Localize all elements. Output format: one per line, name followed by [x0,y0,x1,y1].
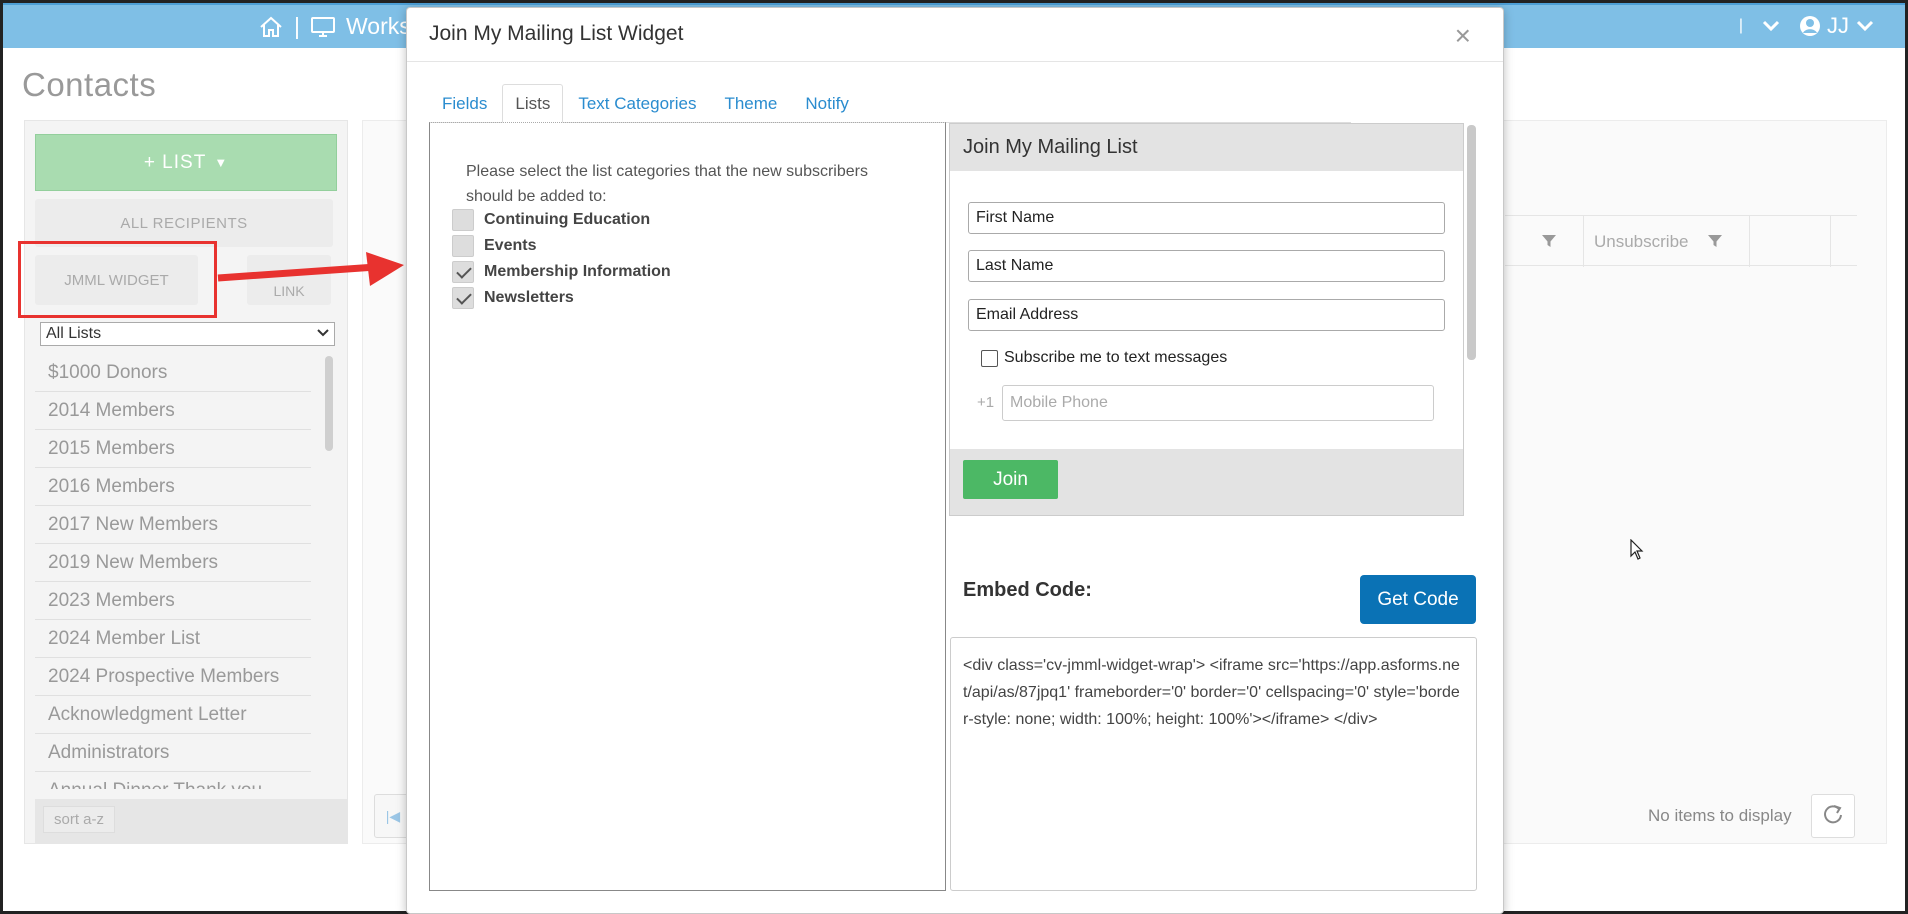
nav-left: | Works [258,13,411,40]
chevron-down-icon [1855,19,1875,33]
lists-pane: Please select the list categories that t… [429,122,946,891]
list-item[interactable]: $1000 Donors [35,354,311,392]
list-item[interactable]: 2016 Members [35,468,311,506]
preview-title: Join My Mailing List [963,136,1138,158]
widget-preview: Join My Mailing List First Name Last Nam… [949,123,1464,516]
sms-label: Subscribe me to text messages [1004,349,1228,366]
unsubscribe-column-header[interactable]: Unsubscribe [1594,232,1689,252]
nav-right: | JJ [1739,13,1875,39]
list-item[interactable]: 2017 New Members [35,506,311,544]
tab-text-categories[interactable]: Text Categories [565,84,709,123]
refresh-icon [1822,803,1844,830]
preview-footer: Join [950,449,1463,515]
annotation-arrow-icon [217,252,404,286]
last-name-field[interactable]: Last Name [968,250,1445,282]
list-item[interactable]: 2024 Prospective Members [35,658,311,696]
list-item[interactable]: 2024 Member List [35,620,311,658]
user-initials: JJ [1827,13,1849,38]
list-category-label: Continuing Education [484,211,651,228]
list-category-checkbox[interactable] [452,235,474,257]
email-field[interactable]: Email Address [968,299,1445,331]
sort-bar: sort a-z [35,799,348,843]
preview-title-bar: Join My Mailing List [950,124,1463,171]
list-filter-select[interactable]: All Lists [40,322,335,346]
list-category-row[interactable]: Continuing Education [452,209,650,231]
list-item[interactable]: 2015 Members [35,430,311,468]
annotation-highlight-box [18,241,217,318]
mobile-phone-field[interactable]: Mobile Phone [1002,385,1434,421]
list-category-label: Membership Information [484,263,671,280]
sort-az-button[interactable]: sort a-z [43,806,116,833]
list-category-label: Newsletters [484,289,574,306]
list-items: $1000 Donors 2014 Members 2015 Members 2… [35,354,335,789]
filter-icon[interactable] [1541,233,1557,254]
caret-down-icon: ▼ [214,155,229,170]
monitor-icon[interactable] [310,15,336,39]
embed-code-box[interactable]: <div class='cv-jmml-widget-wrap'> <ifram… [950,637,1477,891]
home-icon[interactable] [258,15,284,39]
list-category-checkbox[interactable] [452,209,474,231]
tab-theme[interactable]: Theme [711,84,790,123]
list-item[interactable]: Administrators [35,734,311,772]
no-items-text: No items to display [1648,806,1792,825]
get-code-button[interactable]: Get Code [1360,575,1476,624]
nav-separator: | [294,13,300,39]
modal-title: Join My Mailing List Widget [429,22,684,45]
list-category-checkbox[interactable] [452,287,474,309]
all-recipients-button[interactable]: ALL RECIPIENTS [35,199,333,247]
close-icon[interactable]: × [1455,20,1471,52]
first-name-field[interactable]: First Name [968,202,1445,234]
phone-prefix: +1 [977,394,995,411]
list-filter-value: All Lists [46,325,102,342]
tab-notify[interactable]: Notify [792,84,861,123]
list-category-row[interactable]: Membership Information [452,261,671,283]
list-category-row[interactable]: Events [452,235,536,257]
first-page-icon: |◀ [385,807,401,824]
add-list-button[interactable]: + LIST ▼ [35,134,337,191]
modal-header: Join My Mailing List Widget × [407,8,1503,62]
join-button[interactable]: Join [963,460,1058,499]
column-divider [1583,216,1584,267]
add-list-label: + LIST [143,151,207,173]
list-item[interactable]: Annual Dinner Thank you [35,772,311,790]
modal-tabs: Fields Lists Text Categories Theme Notif… [429,84,1351,123]
chevron-down-icon[interactable] [1761,19,1781,33]
filter-icon[interactable] [1707,233,1723,254]
tab-lists[interactable]: Lists [502,84,564,123]
lists-prompt: Please select the list categories that t… [466,163,868,205]
embed-code-label: Embed Code: [963,579,1092,601]
tab-fields[interactable]: Fields [429,84,500,123]
list-sidebar: + LIST ▼ ALL RECIPIENTS JMML WIDGET LINK… [24,120,348,844]
sms-opt-in[interactable]: Subscribe me to text messages [981,349,1227,367]
list-item[interactable]: 2023 Members [35,582,311,620]
list-item[interactable]: Acknowledgment Letter [35,696,311,734]
column-divider [1830,216,1831,267]
user-avatar-icon [1799,15,1821,37]
nav-right-separator: | [1738,17,1743,34]
page-title: Contacts [22,66,157,103]
workspace-link[interactable]: Works [346,13,411,40]
list-category-label: Events [484,237,537,254]
user-menu[interactable]: JJ [1799,13,1875,39]
jmml-widget-modal: Join My Mailing List Widget × Fields Lis… [406,7,1504,914]
list-category-row[interactable]: Newsletters [452,287,574,309]
preview-scrollbar[interactable] [1467,125,1476,360]
chevron-down-icon [316,325,330,343]
column-divider [1749,216,1750,267]
sms-checkbox[interactable] [981,349,998,367]
list-item[interactable]: 2014 Members [35,392,311,430]
list-category-checkbox[interactable] [452,261,474,283]
list-item[interactable]: 2019 New Members [35,544,311,582]
refresh-button[interactable] [1811,794,1855,838]
mouse-cursor-icon [1630,538,1644,566]
list-scrollbar[interactable] [325,356,333,451]
